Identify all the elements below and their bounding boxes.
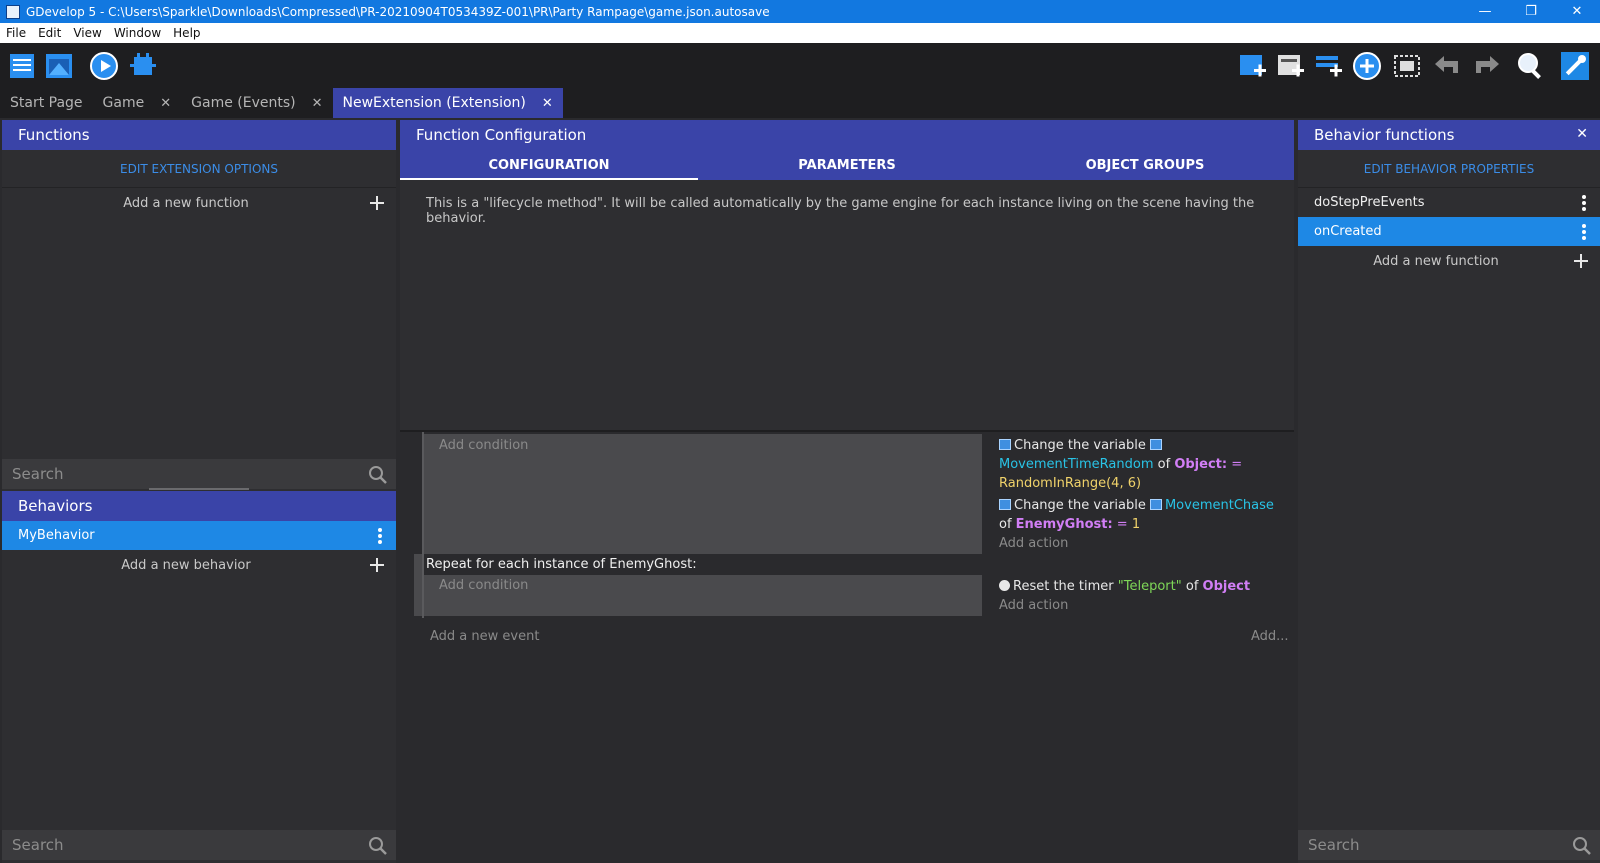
add-layer-icon[interactable] [1276,51,1306,81]
add-condition-button[interactable]: Add condition [439,438,528,453]
close-icon[interactable]: ✕ [1576,126,1588,142]
window-title: GDevelop 5 - C:\Users\Sparkle\Downloads\… [26,4,770,19]
add-function-label: Add a new function [123,195,249,211]
menu-view[interactable]: View [73,26,101,40]
functions-panel: Functions EDIT EXTENSION OPTIONS Add a n… [2,120,396,863]
close-tab-icon[interactable]: ✕ [160,96,171,111]
add-behavior-label: Add a new behavior [121,557,251,573]
add-behavior-row[interactable]: Add a new behavior [2,550,396,580]
plus-icon[interactable] [1574,254,1588,268]
scene-icon[interactable] [44,51,74,81]
function-configuration-header: Function Configuration [400,120,1294,150]
menu-edit[interactable]: Edit [38,26,61,40]
minimize-button[interactable]: — [1462,0,1508,23]
search-placeholder: Search [12,465,64,483]
edit-extension-options-button[interactable]: EDIT EXTENSION OPTIONS [2,150,396,188]
close-tab-icon[interactable]: ✕ [312,96,323,111]
more-options-icon[interactable] [1582,224,1586,240]
add-event-icon[interactable] [1314,51,1344,81]
function-configuration-panel: Function Configuration CONFIGURATION PAR… [400,120,1294,430]
close-tab-icon[interactable]: ✕ [542,96,553,111]
tab-new-extension[interactable]: NewExtension (Extension) ✕ [332,88,563,118]
variable-icon [999,439,1011,450]
behavior-functions-title: Behavior functions [1314,126,1455,144]
behavior-name: MyBehavior [18,528,95,543]
tab-start-page[interactable]: Start Page [0,88,93,118]
add-action-button[interactable]: Add action [999,598,1068,613]
config-tabs: CONFIGURATION PARAMETERS OBJECT GROUPS [400,150,1294,180]
add-condition-button[interactable]: Add condition [439,578,528,593]
events-sheet: Add condition Change the variable Moveme… [400,432,1298,863]
add-circle-icon[interactable] [1352,51,1382,81]
tab-label: Game (Events) [191,95,296,111]
behavior-item[interactable]: MyBehavior [2,521,396,550]
behaviors-header: Behaviors [2,491,396,521]
add-behavior-function-row[interactable]: Add a new function [1298,246,1600,276]
functions-header: Functions [2,120,396,150]
search-icon[interactable] [368,465,388,485]
tab-game[interactable]: Game ✕ [93,88,182,118]
preview-play-icon[interactable] [89,51,119,81]
tab-parameters[interactable]: PARAMETERS [698,150,996,180]
behavior-functions-header: Behavior functions ✕ [1298,120,1600,150]
more-options-icon[interactable] [378,528,382,544]
variable-icon [1149,439,1162,450]
redo-icon[interactable] [1472,51,1502,81]
more-options-icon[interactable] [1582,195,1586,211]
tab-label: Start Page [10,95,83,111]
edit-behavior-properties-button[interactable]: EDIT BEHAVIOR PROPERTIES [1298,150,1600,188]
search-placeholder: Search [12,836,64,854]
close-window-button[interactable]: ✕ [1554,0,1600,23]
tab-label: Game [102,95,145,111]
add-action-button[interactable]: Add action [999,536,1068,551]
project-manager-icon[interactable] [8,51,38,81]
add-more-button[interactable]: Add... [1251,629,1289,644]
functions-search-input[interactable]: Search [2,459,396,489]
event-indent-bar [414,554,422,616]
bottom-search-input[interactable]: Search [2,830,396,860]
tab-configuration[interactable]: CONFIGURATION [400,150,698,180]
menu-file[interactable]: File [6,26,26,40]
behavior-functions-panel: Behavior functions ✕ EDIT BEHAVIOR PROPE… [1298,120,1600,863]
add-function-row[interactable]: Add a new function [2,188,396,218]
tools-icon[interactable] [1560,51,1590,81]
behavior-function-item[interactable]: onCreated [1298,217,1600,246]
lifecycle-description: This is a "lifecycle method". It will be… [426,196,1255,226]
menu-bar: File Edit View Window Help [0,23,1600,43]
editor-tabs: Start Page Game ✕ Game (Events) ✕ NewExt… [0,88,1600,118]
plus-icon[interactable] [370,558,384,572]
search-icon[interactable] [1572,836,1592,856]
plus-icon[interactable] [370,196,384,210]
action-change-variable[interactable]: Change the variable MovementTimeRandom o… [999,436,1289,493]
search-icon[interactable] [368,836,388,856]
title-bar: GDevelop 5 - C:\Users\Sparkle\Downloads\… [0,0,1600,23]
behavior-functions-search-input[interactable]: Search [1298,830,1600,860]
undo-icon[interactable] [1432,51,1462,81]
tab-game-events[interactable]: Game (Events) ✕ [181,88,332,118]
debugger-icon[interactable] [128,51,158,81]
delete-selection-icon[interactable] [1392,51,1422,81]
tab-label: NewExtension (Extension) [342,95,526,111]
add-new-event-button[interactable]: Add a new event [430,629,539,644]
add-function-label: Add a new function [1373,253,1499,269]
splitter-handle[interactable] [149,488,249,490]
maximize-button[interactable]: ❐ [1508,0,1554,23]
tab-object-groups[interactable]: OBJECT GROUPS [996,150,1294,180]
timer-icon [999,580,1010,591]
function-name: onCreated [1314,224,1382,239]
function-name: doStepPreEvents [1314,195,1425,210]
menu-window[interactable]: Window [114,26,161,40]
menu-help[interactable]: Help [173,26,200,40]
behavior-function-item[interactable]: doStepPreEvents [1298,188,1600,217]
add-scene-icon[interactable] [1238,51,1268,81]
app-icon [6,4,20,19]
action-change-variable[interactable]: Change the variable MovementChase of Ene… [999,496,1289,534]
repeat-event-header[interactable]: Repeat for each instance of EnemyGhost: [426,557,697,572]
variable-icon [999,499,1011,510]
variable-icon [1149,499,1162,510]
action-reset-timer[interactable]: Reset the timer "Teleport" of Object [999,577,1289,596]
search-icon[interactable] [1516,51,1546,81]
toolbar [0,43,1600,88]
search-placeholder: Search [1308,836,1360,854]
